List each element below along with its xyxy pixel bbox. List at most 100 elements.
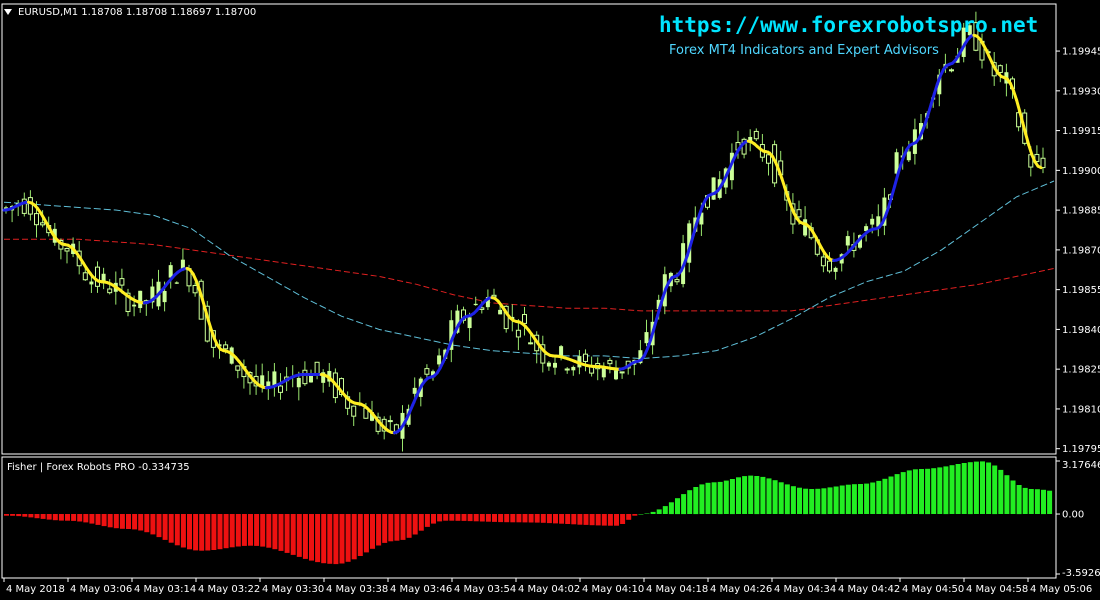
histogram-bar: [1010, 480, 1016, 514]
histogram-bar: [89, 514, 95, 524]
histogram-bar: [333, 514, 339, 565]
histogram-bar: [22, 514, 28, 517]
histogram-bar: [845, 484, 851, 514]
histogram-bar: [443, 514, 449, 521]
histogram-bar: [235, 514, 241, 547]
histogram-bar: [10, 514, 16, 516]
histogram-bar: [967, 462, 973, 515]
histogram-bar: [870, 482, 876, 514]
histogram-bar: [626, 514, 632, 520]
histogram-bar: [571, 514, 577, 525]
histogram-bar: [797, 487, 802, 514]
histogram-bar: [723, 480, 729, 514]
histogram-bar: [687, 490, 693, 514]
histogram-bar: [955, 464, 961, 514]
histogram-bar: [461, 514, 467, 521]
price-tick-label: 1.19855: [1062, 285, 1100, 296]
histogram-bar: [437, 514, 443, 522]
histogram-bar: [132, 514, 138, 530]
histogram-bar: [559, 514, 565, 524]
histogram-bar: [351, 514, 357, 560]
histogram-bar: [217, 514, 223, 550]
histogram-bar: [479, 514, 485, 522]
histogram-bar: [1004, 475, 1010, 514]
histogram-bar: [705, 482, 711, 514]
histogram-bar: [28, 514, 34, 518]
price-panel[interactable]: [1, 3, 1057, 455]
histogram-bar: [455, 514, 461, 521]
histogram-bar: [754, 476, 760, 515]
price-tick-label: 1.19930: [1062, 86, 1100, 97]
histogram-bar: [406, 514, 412, 538]
time-tick-label: 4 May 03:30: [262, 584, 324, 595]
histogram-bar: [656, 509, 662, 514]
histogram-bar: [1022, 487, 1028, 514]
histogram-bar: [156, 514, 162, 538]
histogram-bar: [1047, 490, 1053, 514]
histogram-bar: [199, 514, 205, 551]
histogram-bar: [980, 461, 985, 514]
histogram-bar: [912, 469, 918, 514]
indicator-tick-label: -3.592693: [1062, 568, 1100, 579]
price-tick-label: 1.19900: [1062, 166, 1100, 177]
histogram-bar: [65, 514, 70, 521]
histogram-bar: [882, 478, 888, 514]
histogram-bar: [693, 487, 699, 515]
histogram-bar: [937, 467, 943, 514]
time-tick-label: 4 May 04:02: [518, 584, 580, 595]
histogram-bar: [662, 506, 668, 514]
histogram-bar: [766, 478, 772, 514]
histogram-bar: [77, 514, 83, 522]
histogram-bar: [95, 514, 101, 525]
histogram-bar: [681, 494, 687, 515]
histogram-bar: [357, 514, 363, 556]
histogram-bar: [296, 514, 302, 557]
histogram-bar: [119, 514, 125, 529]
histogram-bar: [1034, 489, 1040, 514]
histogram-bar: [174, 514, 180, 546]
histogram-bar: [309, 514, 314, 561]
histogram-bar: [583, 514, 589, 525]
histogram-bar: [650, 511, 656, 514]
histogram-bar: [34, 514, 40, 519]
price-tick-label: 1.19810: [1062, 404, 1100, 415]
histogram-bar: [790, 486, 796, 514]
histogram-bar: [394, 514, 400, 541]
histogram-bar: [522, 514, 528, 523]
histogram-bar: [1041, 489, 1046, 515]
histogram-bar: [736, 477, 741, 514]
indicator-tick-label: 3.176461: [1062, 460, 1100, 471]
histogram-bar: [431, 514, 436, 524]
histogram-bar: [540, 514, 546, 523]
time-tick-label: 4 May 03:54: [454, 584, 516, 595]
histogram-bar: [272, 514, 278, 550]
histogram-bar: [412, 514, 418, 535]
histogram-bar: [1028, 489, 1034, 514]
histogram-bar: [833, 486, 839, 514]
histogram-bar: [284, 514, 290, 553]
histogram-bar: [254, 514, 260, 546]
histogram-bar: [83, 514, 89, 523]
histogram-bar: [400, 514, 406, 540]
price-tick-label: 1.19825: [1062, 365, 1100, 376]
histogram-bar: [961, 463, 967, 514]
trading-chart[interactable]: 1.19945 1.19930 1.19915 1.19900 1.19885 1.198…: [0, 0, 1100, 600]
histogram-bar: [4, 514, 9, 516]
histogram-bar: [516, 514, 522, 523]
histogram-bar: [52, 514, 58, 521]
histogram-bar: [729, 479, 735, 515]
histogram-bar: [58, 514, 64, 521]
histogram-bar: [815, 488, 821, 514]
histogram-bar: [290, 514, 296, 555]
histogram-bar: [620, 514, 626, 524]
time-tick-label: 4 May 03:06: [70, 584, 132, 595]
indicator-label: Fisher | Forex Robots PRO -0.334735: [7, 462, 190, 473]
histogram-bar: [553, 514, 558, 524]
histogram-bar: [418, 514, 424, 531]
histogram-bar: [107, 514, 113, 528]
price-tick-label: 1.19795: [1062, 444, 1100, 455]
histogram-bar: [589, 514, 595, 526]
histogram-bar: [223, 514, 229, 549]
time-tick-label: 4 May 04:10: [582, 584, 644, 595]
histogram-bar: [839, 485, 845, 514]
